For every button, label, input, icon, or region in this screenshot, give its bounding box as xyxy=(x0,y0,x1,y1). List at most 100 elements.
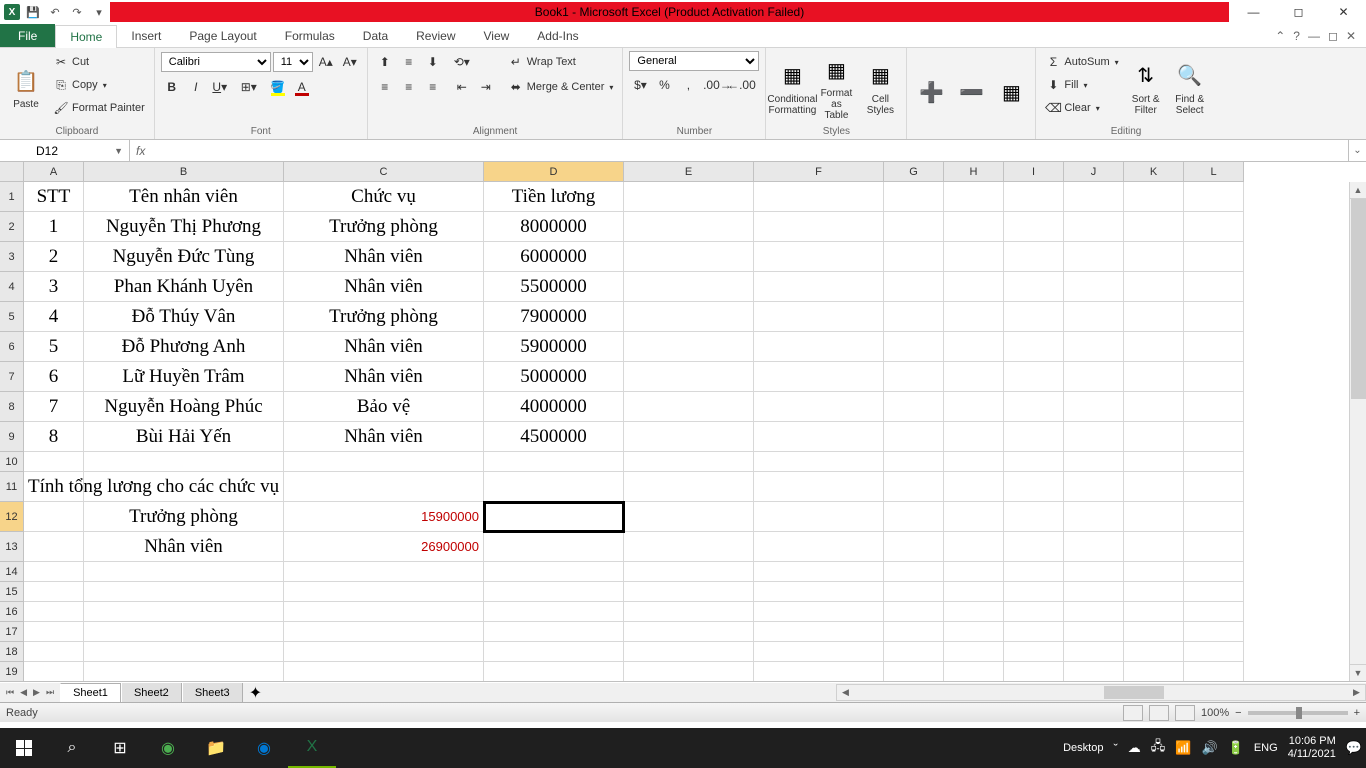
cell[interactable] xyxy=(1064,302,1124,332)
column-header[interactable]: B xyxy=(84,162,284,182)
undo-icon[interactable]: ↶ xyxy=(46,3,64,21)
increase-indent-button[interactable]: ⇥ xyxy=(475,76,497,98)
row-header[interactable]: 10 xyxy=(0,452,24,472)
cell[interactable]: Tên nhân viên xyxy=(84,182,284,212)
cell[interactable] xyxy=(1064,212,1124,242)
row-header[interactable]: 13 xyxy=(0,532,24,562)
cell[interactable] xyxy=(754,662,884,682)
cell[interactable] xyxy=(1064,472,1124,502)
vertical-scrollbar[interactable]: ▲ ▼ xyxy=(1349,182,1366,681)
format-as-table-button[interactable]: ▦Format as Table xyxy=(816,51,856,124)
cell[interactable] xyxy=(754,212,884,242)
cell[interactable] xyxy=(84,622,284,642)
cell[interactable] xyxy=(754,332,884,362)
cell[interactable] xyxy=(284,622,484,642)
cell[interactable] xyxy=(284,662,484,682)
cell[interactable] xyxy=(754,362,884,392)
cell[interactable] xyxy=(944,642,1004,662)
cell[interactable] xyxy=(1184,392,1244,422)
cell[interactable]: Nhân viên xyxy=(284,332,484,362)
cell[interactable] xyxy=(624,212,754,242)
cell[interactable] xyxy=(1184,582,1244,602)
cell[interactable] xyxy=(754,182,884,212)
font-size-select[interactable]: 11 xyxy=(273,52,313,72)
row-header[interactable]: 17 xyxy=(0,622,24,642)
align-left-button[interactable]: ≡ xyxy=(374,76,396,98)
cell[interactable] xyxy=(1064,452,1124,472)
onedrive-icon[interactable]: ☁ xyxy=(1128,740,1141,756)
copy-button[interactable]: ⎘Copy▾ xyxy=(50,74,148,96)
cell[interactable] xyxy=(1004,212,1064,242)
cell[interactable] xyxy=(24,562,84,582)
new-sheet-button[interactable]: ✦ xyxy=(243,683,268,702)
cell[interactable] xyxy=(1004,392,1064,422)
cell[interactable] xyxy=(624,332,754,362)
cell[interactable] xyxy=(1004,532,1064,562)
shrink-font-button[interactable]: A▾ xyxy=(339,51,361,73)
cell[interactable]: 6 xyxy=(24,362,84,392)
column-header[interactable]: E xyxy=(624,162,754,182)
cell[interactable] xyxy=(624,302,754,332)
row-header[interactable]: 8 xyxy=(0,392,24,422)
cell[interactable]: Nhân viên xyxy=(84,532,284,562)
decrease-indent-button[interactable]: ⇤ xyxy=(451,76,473,98)
cell[interactable] xyxy=(1124,212,1184,242)
cell[interactable] xyxy=(24,602,84,622)
cell[interactable] xyxy=(884,662,944,682)
cell[interactable] xyxy=(944,532,1004,562)
cell[interactable] xyxy=(1064,362,1124,392)
cell[interactable] xyxy=(1004,422,1064,452)
zoom-out-button[interactable]: − xyxy=(1235,707,1241,719)
show-hidden-icon[interactable]: ˇ xyxy=(1113,741,1117,756)
cell[interactable] xyxy=(1184,332,1244,362)
cell[interactable] xyxy=(624,422,754,452)
scroll-up-icon[interactable]: ▲ xyxy=(1350,182,1366,199)
align-middle-button[interactable]: ≡ xyxy=(398,51,420,73)
row-header[interactable]: 4 xyxy=(0,272,24,302)
cell[interactable] xyxy=(754,532,884,562)
cell[interactable] xyxy=(944,622,1004,642)
start-button[interactable] xyxy=(0,728,48,768)
cell[interactable]: Nguyễn Hoàng Phúc xyxy=(84,392,284,422)
row-header[interactable]: 18 xyxy=(0,642,24,662)
cell[interactable] xyxy=(1184,422,1244,452)
cell[interactable] xyxy=(1184,182,1244,212)
cell[interactable] xyxy=(884,532,944,562)
cell[interactable] xyxy=(754,502,884,532)
cell[interactable] xyxy=(1124,582,1184,602)
cell[interactable] xyxy=(1124,242,1184,272)
cell[interactable] xyxy=(1064,642,1124,662)
cell[interactable] xyxy=(484,642,624,662)
cell[interactable] xyxy=(1064,332,1124,362)
cell[interactable] xyxy=(484,532,624,562)
cell[interactable]: 5500000 xyxy=(484,272,624,302)
file-explorer-button[interactable]: 📁 xyxy=(192,728,240,768)
border-button[interactable]: ⊞▾ xyxy=(238,76,260,98)
cell[interactable] xyxy=(1004,362,1064,392)
cell[interactable] xyxy=(484,562,624,582)
row-header[interactable]: 16 xyxy=(0,602,24,622)
number-format-select[interactable]: General xyxy=(629,51,759,71)
cell[interactable] xyxy=(84,602,284,622)
tab-file[interactable]: File xyxy=(0,24,55,47)
comma-button[interactable]: , xyxy=(677,74,699,96)
cell[interactable] xyxy=(1004,242,1064,272)
help-icon[interactable]: ? xyxy=(1293,29,1300,43)
cell[interactable]: Nguyễn Thị Phương xyxy=(84,212,284,242)
wifi-icon[interactable]: 📶 xyxy=(1175,740,1191,756)
cell[interactable] xyxy=(754,582,884,602)
column-header[interactable]: F xyxy=(754,162,884,182)
cell[interactable]: 2 xyxy=(24,242,84,272)
cell[interactable] xyxy=(1064,182,1124,212)
cell[interactable] xyxy=(1124,662,1184,682)
cell[interactable] xyxy=(1004,452,1064,472)
cell[interactable] xyxy=(754,302,884,332)
minimize-button[interactable]: — xyxy=(1231,0,1276,24)
maximize-button[interactable]: ◻ xyxy=(1276,0,1321,24)
cell[interactable] xyxy=(484,452,624,472)
name-box[interactable]: D12▼ xyxy=(30,140,130,161)
cell[interactable] xyxy=(1184,642,1244,662)
tab-page-layout[interactable]: Page Layout xyxy=(175,24,270,47)
cell[interactable] xyxy=(484,472,624,502)
cell[interactable]: Bùi Hải Yến xyxy=(84,422,284,452)
